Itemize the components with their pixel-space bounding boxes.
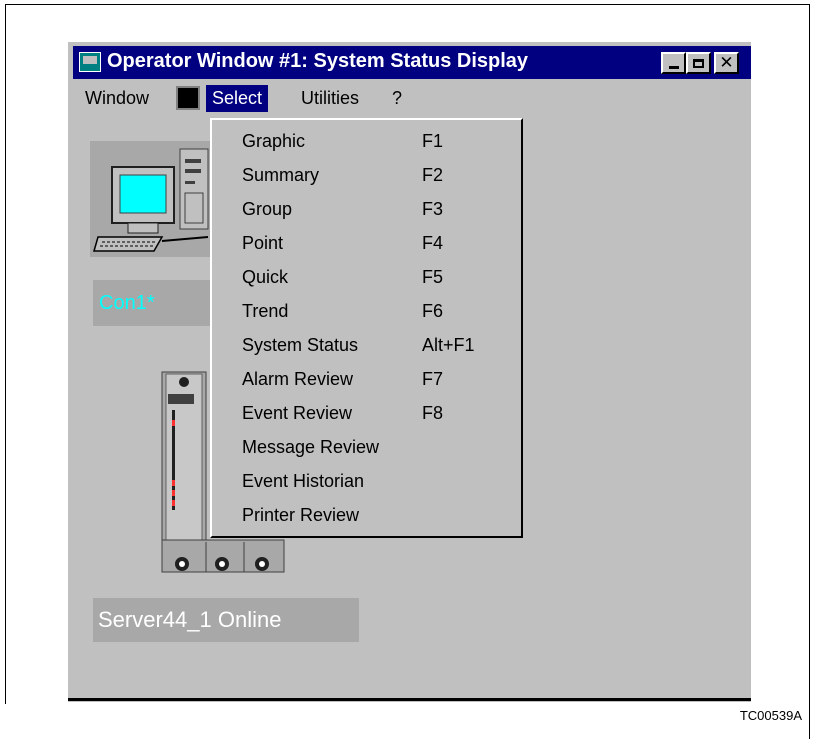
minimize-icon: [668, 65, 679, 69]
server-label[interactable]: Server44_1 Online: [93, 598, 359, 642]
menu-item-shortcut: F6: [422, 301, 444, 321]
menu-item-point[interactable]: Point F4: [212, 226, 521, 260]
menu-window[interactable]: Window: [85, 85, 149, 112]
menu-item-label: Summary: [242, 165, 320, 185]
close-button[interactable]: ✕: [714, 52, 739, 74]
app-window-icon[interactable]: [79, 52, 101, 72]
menu-item-label: Message Review: [242, 437, 380, 457]
figure-label: TC00539A: [739, 708, 802, 723]
menu-item-label: Graphic: [242, 131, 306, 151]
menu-item-shortcut: Alt+F1: [422, 335, 475, 355]
menu-help[interactable]: ?: [392, 85, 402, 112]
menu-item-shortcut: F7: [422, 369, 444, 389]
menu-item-shortcut: F8: [422, 403, 444, 423]
menu-item-shortcut: F4: [422, 233, 444, 253]
menu-item-system-status[interactable]: System Status Alt+F1: [212, 328, 521, 362]
menu-item-shortcut: F3: [422, 199, 444, 219]
menu-item-graphic[interactable]: Graphic F1: [212, 124, 521, 158]
window-bottom-edge: [68, 698, 751, 701]
select-menu-dropdown: Graphic F1 Summary F2 Group F3 Point F4 Quic…: [210, 118, 523, 538]
menu-select[interactable]: Select: [206, 85, 269, 112]
menu-item-event-review[interactable]: Event Review F8: [212, 396, 521, 430]
menu-item-quick[interactable]: Quick F5: [212, 260, 521, 294]
system-menu-box[interactable]: [176, 86, 200, 110]
console-label[interactable]: Con1*: [93, 280, 211, 326]
minimize-button[interactable]: [661, 52, 686, 74]
menu-item-shortcut: F5: [422, 267, 444, 287]
menu-item-label: Alarm Review: [242, 369, 354, 389]
menu-bar: Window Select Utilities ?: [68, 83, 751, 113]
menu-item-printer-review[interactable]: Printer Review: [212, 498, 521, 532]
menu-item-summary[interactable]: Summary F2: [212, 158, 521, 192]
menu-item-label: Point: [242, 233, 284, 253]
window-title: Operator Window #1: System Status Displa…: [107, 50, 529, 72]
menu-item-alarm-review[interactable]: Alarm Review F7: [212, 362, 521, 396]
menu-item-message-review[interactable]: Message Review: [212, 430, 521, 464]
menu-item-trend[interactable]: Trend F6: [212, 294, 521, 328]
console-computer-icon: [93, 148, 209, 252]
menu-item-label: Trend: [242, 301, 289, 321]
maximize-icon: [693, 58, 704, 68]
menu-item-label: Event Review: [242, 403, 353, 423]
menu-item-label: Quick: [242, 267, 289, 287]
menu-utilities[interactable]: Utilities: [301, 85, 359, 112]
menu-item-shortcut: F2: [422, 165, 444, 185]
menu-item-shortcut: F1: [422, 131, 444, 151]
console-node[interactable]: [90, 141, 212, 257]
menu-item-label: System Status: [242, 335, 359, 355]
menu-item-group[interactable]: Group F3: [212, 192, 521, 226]
menu-item-label: Group: [242, 199, 293, 219]
menu-item-label: Event Historian: [242, 471, 365, 491]
menu-item-event-historian[interactable]: Event Historian: [212, 464, 521, 498]
close-icon: ✕: [719, 53, 734, 73]
figure-frame-left: [5, 4, 6, 704]
menu-item-label: Printer Review: [242, 505, 360, 525]
title-bar[interactable]: Operator Window #1: System Status Displa…: [73, 46, 751, 79]
maximize-button[interactable]: [686, 52, 711, 74]
